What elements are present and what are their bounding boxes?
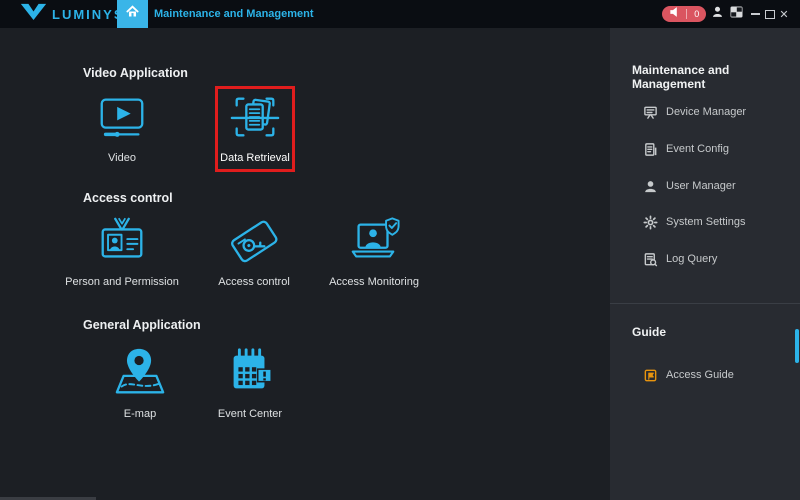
pill-divider xyxy=(686,9,687,19)
sidebar-divider xyxy=(610,303,800,304)
sidebar-item-access-guide[interactable]: Access Guide xyxy=(643,367,734,383)
id-badge-icon xyxy=(95,214,149,268)
screen-layout-icon xyxy=(730,5,743,23)
sidebar-item-label: Device Manager xyxy=(666,106,746,118)
maximize-button[interactable] xyxy=(762,0,777,28)
sidebar-item-label: Event Config xyxy=(666,143,729,155)
brand-name: LUMINYS xyxy=(52,7,125,22)
app-item-event-center[interactable]: Event Center xyxy=(195,346,305,420)
sidebar-title: Maintenance and Management xyxy=(632,63,800,91)
gear-icon xyxy=(643,215,658,230)
guide-section-title: Guide xyxy=(632,325,666,339)
log-query-icon xyxy=(643,252,658,267)
sidebar-item-system-settings[interactable]: System Settings xyxy=(643,214,745,230)
user-manager-icon xyxy=(643,179,658,194)
sidebar-item-label: User Manager xyxy=(666,180,736,192)
alarm-counter-button[interactable]: 0 xyxy=(662,6,706,22)
map-pin-icon xyxy=(113,346,167,400)
device-manager-icon xyxy=(643,105,658,120)
app-item-e-map[interactable]: E-map xyxy=(85,346,195,420)
maximize-icon xyxy=(765,10,775,19)
calendar-alert-icon xyxy=(223,346,277,400)
app-item-access-monitoring[interactable]: Access Monitoring xyxy=(319,214,429,288)
close-button[interactable]: ✕ xyxy=(776,0,792,28)
person-icon xyxy=(711,5,724,23)
sidebar-scrollbar-thumb[interactable] xyxy=(795,329,799,363)
sidebar-item-log-query[interactable]: Log Query xyxy=(643,251,717,267)
app-label: Access control xyxy=(218,276,290,288)
luminys-logo-icon xyxy=(20,1,47,27)
data-retrieval-icon xyxy=(228,90,282,144)
app-item-access-control[interactable]: Access control xyxy=(199,214,309,288)
alarm-count: 0 xyxy=(694,10,699,19)
sidebar-item-event-config[interactable]: Event Config xyxy=(643,141,729,157)
app-label: Access Monitoring xyxy=(329,276,419,288)
speaker-icon xyxy=(669,5,680,23)
app-label: Event Center xyxy=(218,408,282,420)
access-guide-icon xyxy=(643,368,658,383)
sidebar-item-user-manager[interactable]: User Manager xyxy=(643,178,736,194)
active-tab-label[interactable]: Maintenance and Management xyxy=(154,0,314,28)
section-title-video-application: Video Application xyxy=(83,66,188,80)
app-label: Person and Permission xyxy=(65,276,179,288)
app-window: LUMINYS Maintenance and Management 0 xyxy=(0,0,800,500)
titlebar: LUMINYS Maintenance and Management 0 xyxy=(0,0,800,28)
app-label: E-map xyxy=(124,408,156,420)
section-title-general-application: General Application xyxy=(83,318,201,332)
section-title-access-control: Access control xyxy=(83,191,173,205)
app-item-person-and-permission[interactable]: Person and Permission xyxy=(67,214,177,288)
laptop-shield-icon xyxy=(347,214,401,268)
user-account-button[interactable] xyxy=(707,0,727,28)
sidebar-item-label: Access Guide xyxy=(666,369,734,381)
home-tab-button[interactable] xyxy=(117,0,148,28)
app-item-data-retrieval[interactable]: Data Retrieval xyxy=(200,90,310,164)
brand-logo: LUMINYS xyxy=(20,0,125,28)
video-icon xyxy=(95,90,149,144)
sidebar-item-device-manager[interactable]: Device Manager xyxy=(643,104,746,120)
sidebar-item-label: System Settings xyxy=(666,216,745,228)
sidebar: Maintenance and Management Device Manage… xyxy=(610,28,800,500)
access-card-icon xyxy=(227,214,281,268)
app-label: Data Retrieval xyxy=(220,152,290,164)
screen-layout-button[interactable] xyxy=(726,0,746,28)
app-item-video[interactable]: Video xyxy=(67,90,177,164)
app-label: Video xyxy=(108,152,136,164)
launcher-area: Video Application Video xyxy=(0,28,610,500)
close-icon: ✕ xyxy=(779,8,788,21)
minimize-button[interactable] xyxy=(748,0,763,28)
sidebar-item-label: Log Query xyxy=(666,253,717,265)
minimize-icon xyxy=(751,13,760,15)
event-config-icon xyxy=(643,142,658,157)
home-icon xyxy=(126,5,139,23)
